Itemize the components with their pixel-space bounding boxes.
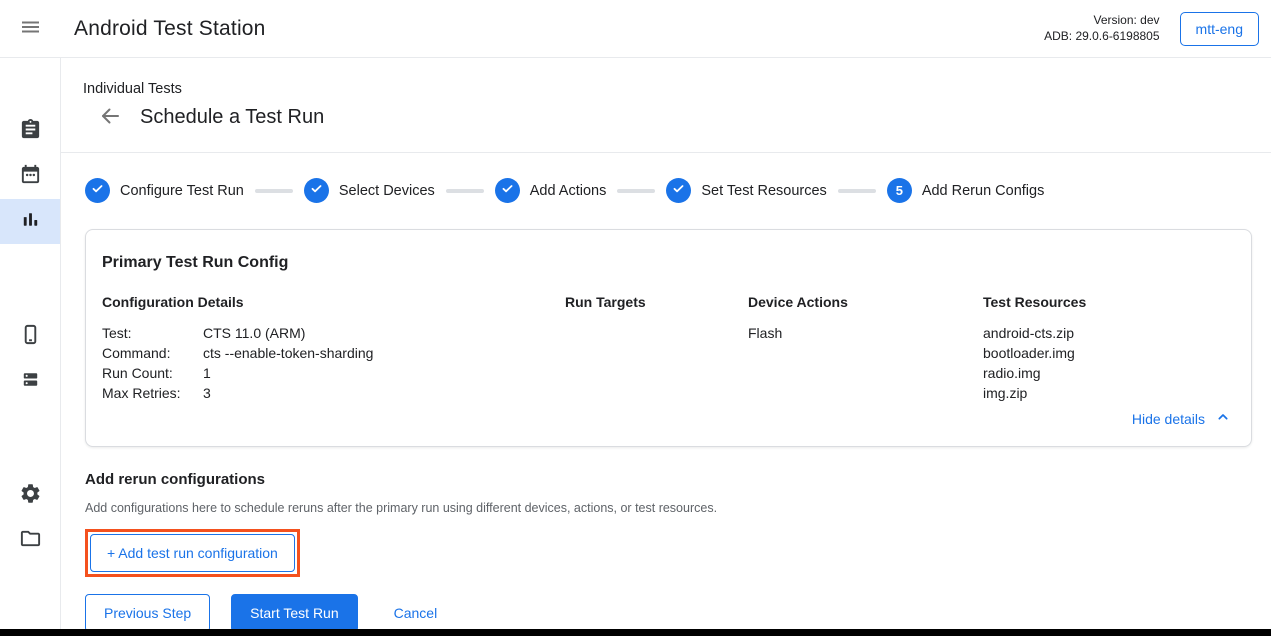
sidebar-item-schedule[interactable] (0, 154, 60, 199)
sidebar-item-file-browser[interactable] (0, 518, 60, 563)
settings-gear-icon (19, 482, 42, 510)
hamburger-icon (19, 15, 43, 42)
column-header: Configuration Details (102, 294, 565, 310)
app-header: Android Test Station Version: dev ADB: 2… (0, 0, 1271, 58)
config-label: Run Count: (102, 363, 203, 383)
check-icon (90, 181, 105, 201)
step-complete-circle (666, 178, 691, 203)
step-label: Add Rerun Configs (922, 183, 1045, 199)
column-header: Device Actions (748, 294, 983, 310)
hide-details-link[interactable]: Hide details (1132, 409, 1231, 428)
config-value: CTS 11.0 (ARM) (203, 323, 305, 343)
version-line: Version: dev (1044, 13, 1159, 29)
run-targets-column: Run Targets (565, 294, 748, 403)
step-connector (838, 189, 876, 193)
test-resource-item: img.zip (983, 383, 1235, 403)
adb-version-line: ADB: 29.0.6-6198805 (1044, 29, 1159, 45)
page-title: Schedule a Test Run (140, 106, 324, 129)
step-label: Select Devices (339, 183, 435, 199)
sidebar-item-settings[interactable] (0, 473, 60, 518)
main-content: Individual Tests Schedule a Test Run (61, 58, 1271, 636)
step-add-actions[interactable]: Add Actions (495, 178, 607, 203)
step-add-rerun-configs[interactable]: 5 Add Rerun Configs (887, 178, 1045, 203)
primary-test-run-config-card: Primary Test Run Config Configuration De… (85, 229, 1252, 447)
back-arrow-icon (98, 104, 122, 131)
step-select-devices[interactable]: Select Devices (304, 178, 435, 203)
device-actions-column: Device Actions Flash (748, 294, 983, 403)
device-action-item: Flash (748, 323, 983, 343)
step-label: Set Test Resources (701, 183, 826, 199)
step-connector (617, 189, 655, 193)
rerun-section-description: Add configurations here to schedule reru… (85, 501, 1271, 515)
config-value: 1 (203, 363, 211, 383)
step-connector (255, 189, 293, 193)
check-icon (309, 181, 324, 201)
chevron-up-icon (1205, 409, 1231, 428)
step-complete-circle (304, 178, 329, 203)
sidebar-item-hosts[interactable] (0, 359, 60, 404)
footer-actions: Previous Step Start Test Run Cancel (85, 594, 1271, 632)
app-title: Android Test Station (74, 17, 266, 41)
step-connector (446, 189, 484, 193)
sidebar-item-test-runs[interactable] (0, 199, 60, 244)
step-label: Add Actions (530, 183, 607, 199)
hide-details-label: Hide details (1132, 411, 1205, 427)
folder-icon (19, 527, 42, 555)
step-complete-circle (495, 178, 520, 203)
config-row: Run Count: 1 (102, 363, 565, 383)
config-label: Command: (102, 343, 203, 363)
config-row: Command: cts --enable-token-sharding (102, 343, 565, 363)
card-title: Primary Test Run Config (102, 254, 1235, 272)
test-resource-item: bootloader.img (983, 343, 1235, 363)
column-header: Test Resources (983, 294, 1235, 310)
sidebar-item-devices[interactable] (0, 314, 60, 359)
add-test-run-configuration-button[interactable]: + Add test run configuration (90, 534, 295, 572)
step-complete-circle (85, 178, 110, 203)
breadcrumb: Individual Tests (83, 81, 1271, 97)
check-icon (500, 181, 515, 201)
clipboard-icon (19, 118, 42, 146)
red-highlight-box: + Add test run configuration (85, 529, 300, 577)
version-info: Version: dev ADB: 29.0.6-6198805 (1044, 13, 1159, 44)
config-row: Max Retries: 3 (102, 383, 565, 403)
page-head: Individual Tests Schedule a Test Run (61, 58, 1271, 153)
config-label: Test: (102, 323, 203, 343)
back-button[interactable] (97, 104, 123, 130)
column-header: Run Targets (565, 294, 748, 310)
configuration-details-column: Configuration Details Test: CTS 11.0 (AR… (102, 294, 565, 403)
step-current-circle: 5 (887, 178, 912, 203)
step-configure-test-run[interactable]: Configure Test Run (85, 178, 244, 203)
hamburger-menu-button[interactable] (0, 0, 62, 58)
calendar-icon (19, 163, 42, 191)
config-value: 3 (203, 383, 211, 403)
start-test-run-button[interactable]: Start Test Run (231, 594, 357, 632)
storage-icon (19, 368, 42, 396)
sidebar-item-test-plans[interactable] (0, 109, 60, 154)
check-icon (671, 181, 686, 201)
stepper: Configure Test Run Select Devices Add Ac… (85, 178, 1271, 203)
rerun-config-section: Add rerun configurations Add configurati… (85, 471, 1271, 577)
step-number: 5 (896, 183, 903, 198)
smartphone-icon (19, 323, 42, 351)
test-resources-column: Test Resources android-cts.zip bootloade… (983, 294, 1235, 403)
cancel-button[interactable]: Cancel (394, 605, 438, 621)
test-resource-item: android-cts.zip (983, 323, 1235, 343)
test-resource-item: radio.img (983, 363, 1235, 383)
bottom-edge-bar (0, 629, 1271, 636)
nav-sidebar (0, 58, 61, 636)
config-value: cts --enable-token-sharding (203, 343, 373, 363)
rerun-section-title: Add rerun configurations (85, 471, 1271, 488)
previous-step-button[interactable]: Previous Step (85, 594, 210, 632)
user-account-button[interactable]: mtt-eng (1180, 12, 1259, 46)
step-set-test-resources[interactable]: Set Test Resources (666, 178, 826, 203)
android-test-station-app: Android Test Station Version: dev ADB: 2… (0, 0, 1271, 636)
bar-chart-icon (19, 208, 42, 236)
config-row: Test: CTS 11.0 (ARM) (102, 323, 565, 343)
config-label: Max Retries: (102, 383, 203, 403)
step-label: Configure Test Run (120, 183, 244, 199)
